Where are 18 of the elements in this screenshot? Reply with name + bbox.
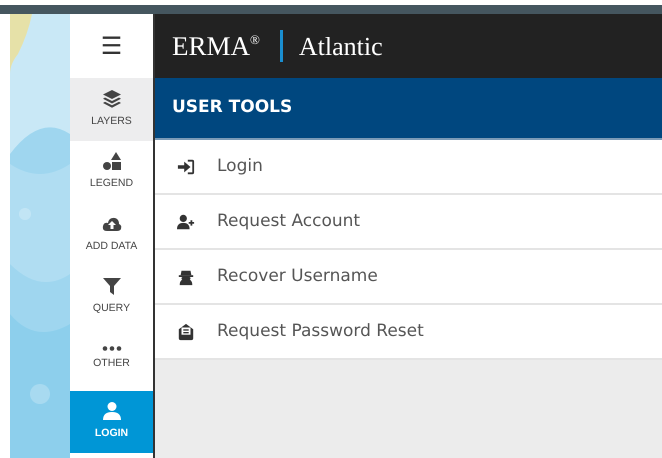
brand-name: ERMA: [172, 30, 250, 63]
panel-title: USER TOOLS: [155, 78, 662, 140]
tool-list-item[interactable]: Request Account: [155, 195, 662, 250]
envelope-icon: [177, 322, 195, 340]
registered-mark: ®: [250, 31, 260, 50]
shapes-icon: [102, 151, 122, 172]
sidebar-tab[interactable]: LAYERS: [70, 78, 153, 140]
tool-list-item[interactable]: Recover Username: [155, 250, 662, 305]
user-icon: [102, 401, 122, 422]
layers-icon: [102, 88, 122, 109]
region-name: Atlantic: [298, 30, 383, 62]
more-icon: [102, 346, 122, 352]
tool-list-item[interactable]: Login: [155, 140, 662, 195]
tool-list-item[interactable]: Request Password Reset: [155, 305, 662, 360]
add-user-icon: [177, 212, 195, 230]
filter-icon: [102, 276, 122, 296]
sign-in-icon: [177, 158, 195, 176]
spy-icon: [177, 268, 195, 286]
